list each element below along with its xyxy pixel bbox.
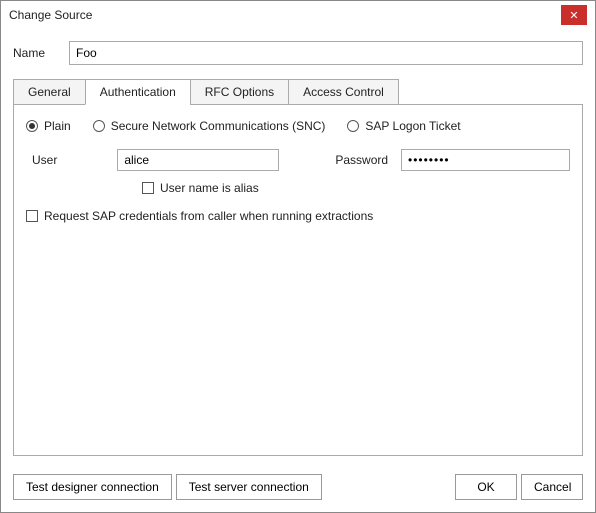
footer: Test designer connection Test server con… (1, 468, 595, 512)
name-input[interactable] (69, 41, 583, 65)
tab-access-control[interactable]: Access Control (288, 79, 399, 105)
auth-mode-row: Plain Secure Network Communications (SNC… (26, 119, 570, 133)
alias-row: User name is alias (142, 181, 570, 195)
tab-strip: General Authentication RFC Options Acces… (13, 79, 583, 105)
titlebar: Change Source ✕ (1, 1, 595, 29)
password-label: Password (335, 153, 401, 167)
user-label: User (26, 153, 117, 167)
name-label: Name (13, 46, 53, 60)
close-button[interactable]: ✕ (561, 5, 587, 25)
request-creds-label: Request SAP credentials from caller when… (44, 209, 373, 223)
tab-general[interactable]: General (13, 79, 86, 105)
close-icon: ✕ (569, 9, 578, 22)
request-creds-checkbox[interactable] (26, 210, 38, 222)
ok-button[interactable]: OK (455, 474, 517, 500)
radio-plain-label: Plain (44, 119, 71, 133)
request-creds-row: Request SAP credentials from caller when… (26, 209, 570, 223)
radio-icon (347, 120, 359, 132)
tab-rfc-options[interactable]: RFC Options (190, 79, 289, 105)
window-title: Change Source (9, 8, 561, 22)
radio-ticket[interactable]: SAP Logon Ticket (347, 119, 460, 133)
tab-authentication[interactable]: Authentication (85, 79, 191, 105)
alias-checkbox[interactable] (142, 182, 154, 194)
radio-snc[interactable]: Secure Network Communications (SNC) (93, 119, 326, 133)
radio-icon (93, 120, 105, 132)
radio-plain[interactable]: Plain (26, 119, 71, 133)
alias-label: User name is alias (160, 181, 259, 195)
name-row: Name (13, 41, 583, 65)
radio-ticket-label: SAP Logon Ticket (365, 119, 460, 133)
tab-panel-authentication: Plain Secure Network Communications (SNC… (13, 104, 583, 456)
content-area: Name General Authentication RFC Options … (1, 29, 595, 468)
user-input[interactable] (117, 149, 279, 171)
radio-icon (26, 120, 38, 132)
password-input[interactable] (401, 149, 570, 171)
test-server-button[interactable]: Test server connection (176, 474, 322, 500)
cancel-button[interactable]: Cancel (521, 474, 583, 500)
dialog-change-source: Change Source ✕ Name General Authenticat… (0, 0, 596, 513)
radio-snc-label: Secure Network Communications (SNC) (111, 119, 326, 133)
credentials-row: User Password (26, 149, 570, 171)
test-designer-button[interactable]: Test designer connection (13, 474, 172, 500)
